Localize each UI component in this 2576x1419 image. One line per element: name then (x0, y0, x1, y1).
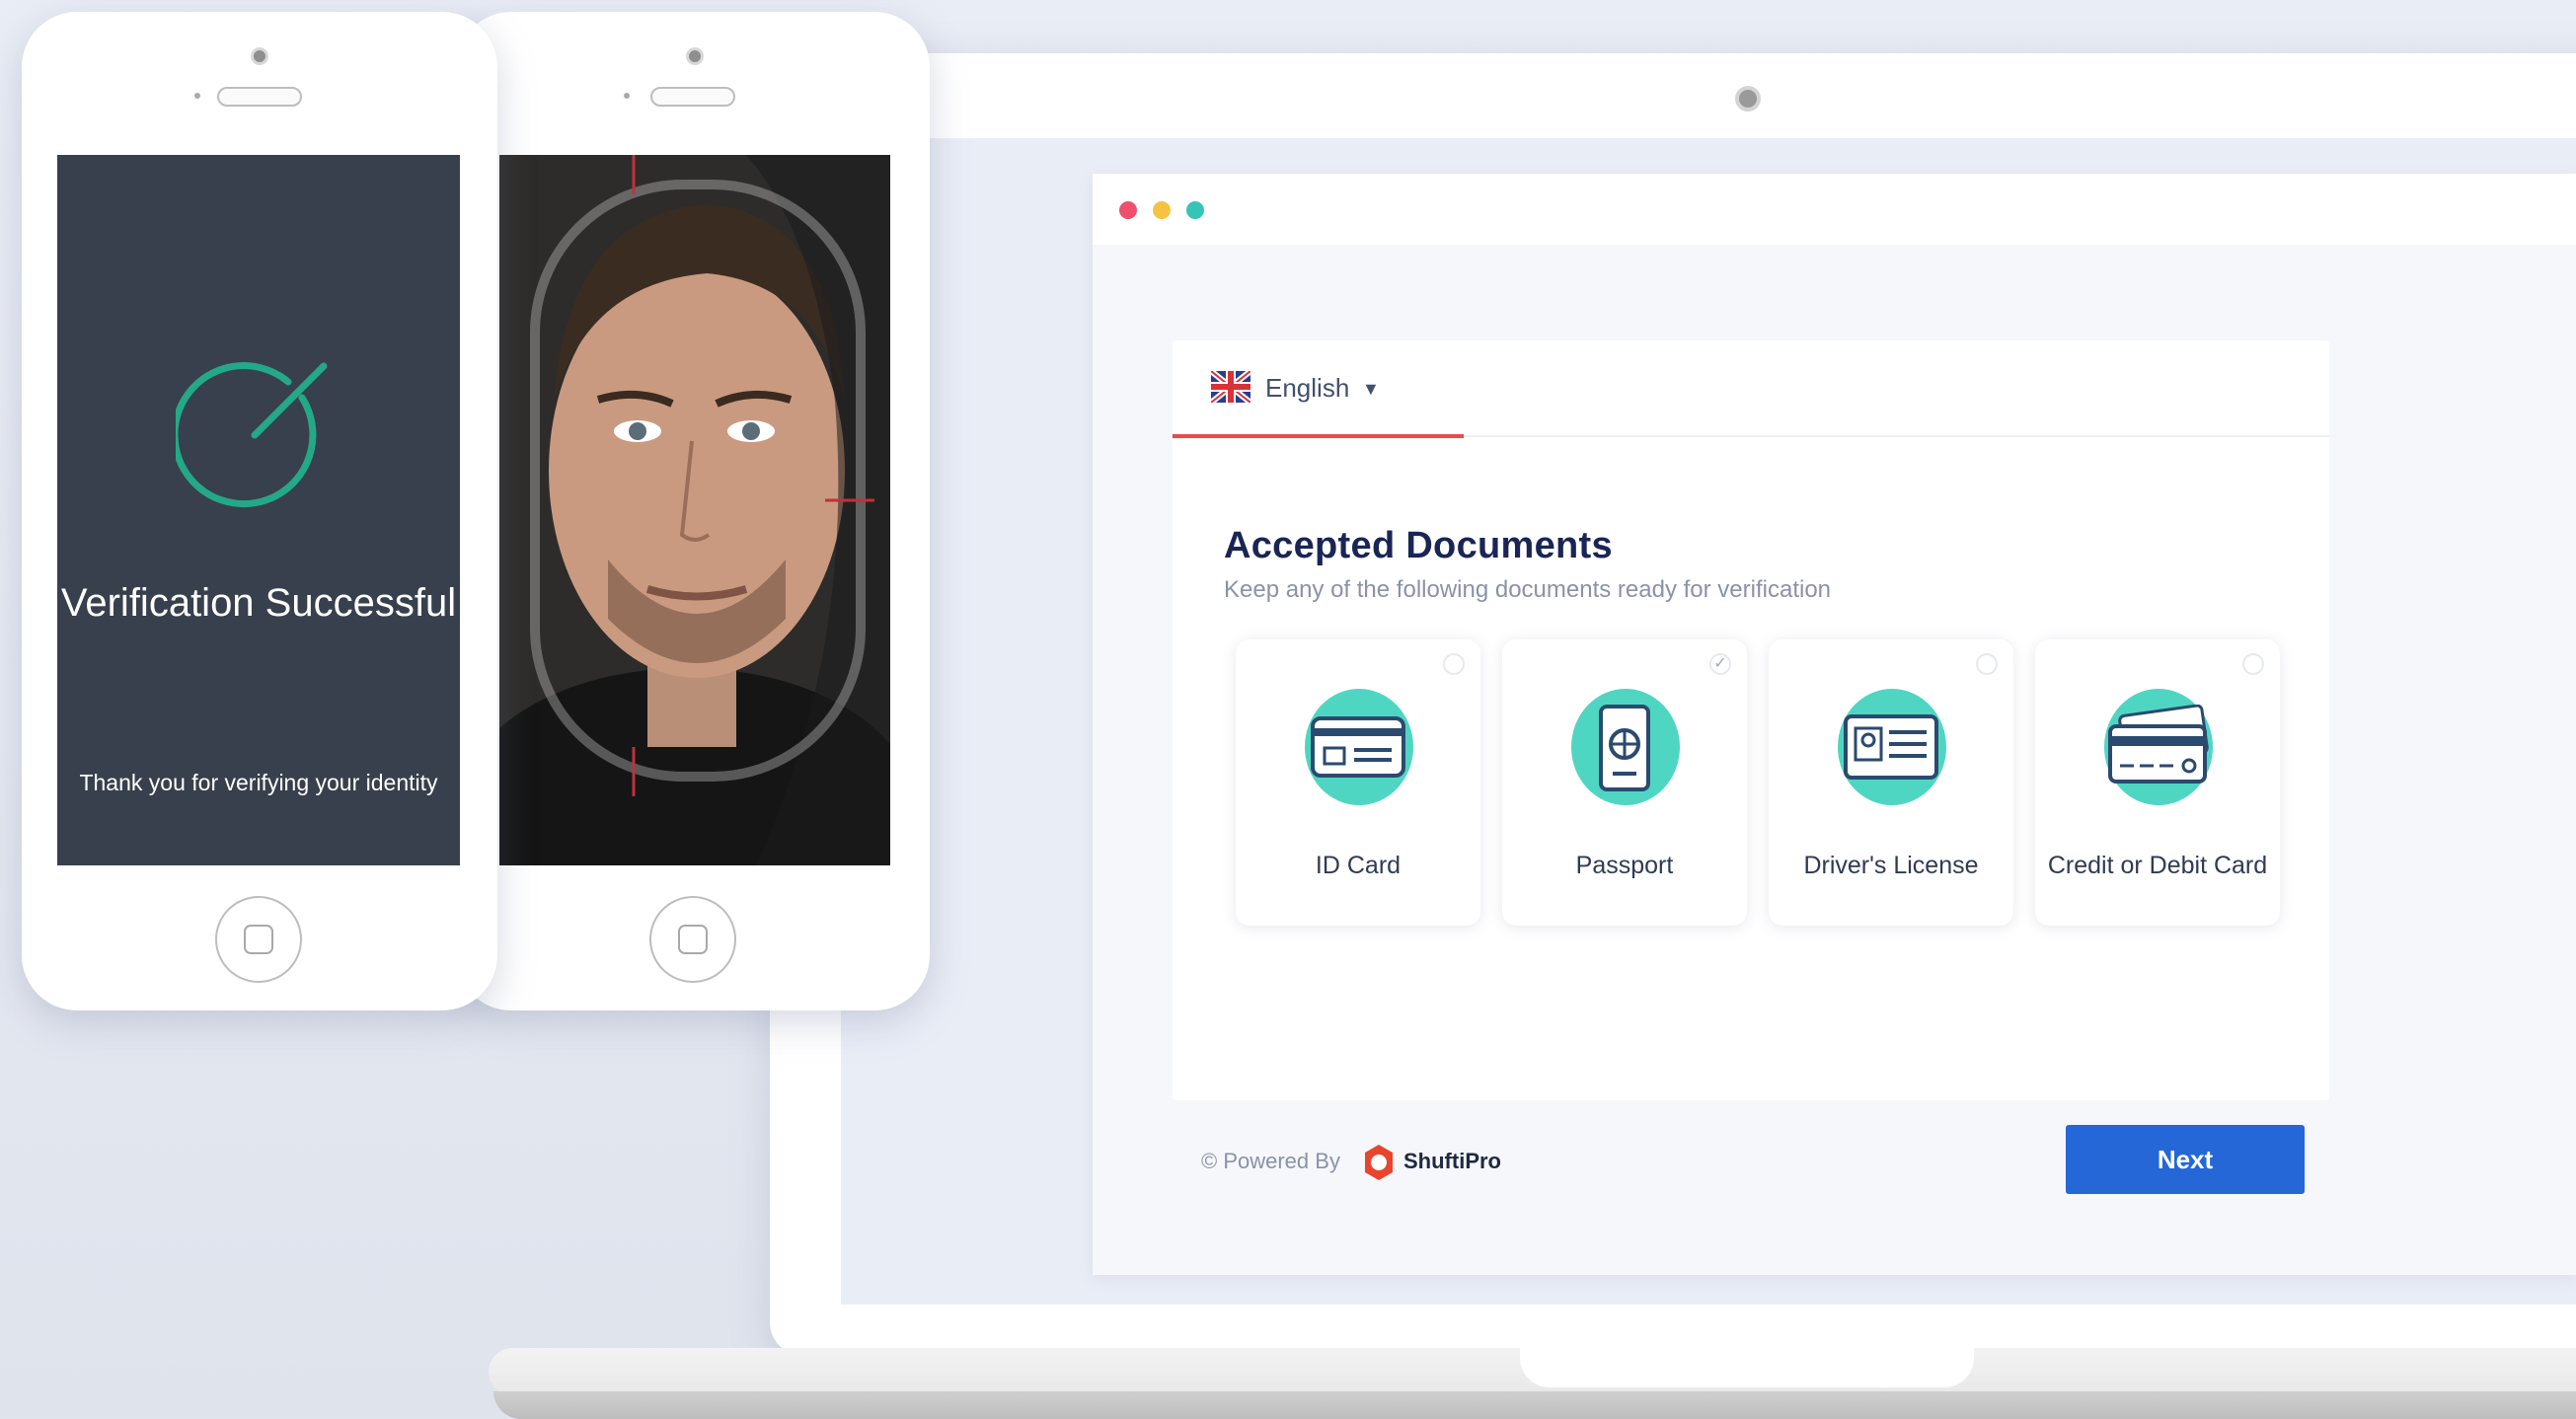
document-option-drivers-license[interactable]: Driver's License (1769, 639, 2013, 926)
document-label: Credit or Debit Card (2047, 852, 2268, 879)
phone-speaker (650, 87, 735, 107)
success-title: Verification Successful (60, 581, 457, 625)
selection-radio[interactable] (1443, 653, 1465, 675)
document-label: Driver's License (1803, 852, 1979, 879)
passport-icon (1599, 705, 1650, 791)
check-icon[interactable]: ✓ (1709, 653, 1731, 675)
chevron-down-icon[interactable]: ▼ (1362, 379, 1380, 400)
shuftipro-logo-icon (1365, 1145, 1393, 1180)
phone-home-button (649, 896, 736, 983)
phone-speaker (217, 87, 302, 107)
uk-flag-icon[interactable] (1211, 371, 1250, 403)
drivers-license-icon (1844, 714, 1938, 780)
phone-selfie (456, 12, 930, 1010)
laptop-bottom-edge (493, 1391, 2576, 1419)
phone-sensor (624, 93, 630, 99)
home-button-icon (678, 925, 708, 954)
laptop-notch (1520, 1348, 1974, 1387)
phone-home-button (215, 896, 302, 983)
phone-camera (686, 47, 704, 65)
document-option-id-card[interactable]: ID Card (1236, 639, 1480, 926)
brand-name: ShuftiPro (1403, 1149, 1501, 1173)
phone-camera (251, 47, 268, 65)
credit-card-icon (2108, 705, 2209, 784)
language-selector[interactable]: English (1265, 373, 1349, 404)
document-label: Passport (1575, 852, 1674, 879)
selection-radio[interactable] (2242, 653, 2264, 675)
powered-by-text: © Powered By (1201, 1149, 1340, 1173)
home-button-icon (244, 925, 273, 954)
window-maximize-button[interactable] (1186, 201, 1204, 219)
document-option-credit-card[interactable]: Credit or Debit Card (2035, 639, 2280, 926)
success-screen: Verification Successful Thank you for ve… (57, 155, 460, 865)
window-close-button[interactable] (1119, 201, 1137, 219)
language-tab-indicator (1173, 434, 1464, 438)
selfie-camera-view (499, 155, 890, 865)
success-check-icon (176, 362, 328, 508)
page-title: Accepted Documents (1224, 525, 1613, 566)
document-option-passport[interactable]: ✓ Passport (1502, 639, 1747, 926)
page-subtitle: Keep any of the following documents read… (1224, 576, 1832, 603)
laptop-camera (1735, 86, 1761, 112)
document-label: ID Card (1315, 852, 1402, 879)
face-photo (499, 155, 890, 865)
id-card-icon (1311, 716, 1405, 778)
success-message: Thank you for verifying your identity (79, 770, 438, 795)
browser-titlebar (1093, 174, 2576, 245)
next-button[interactable]: Next (2066, 1125, 2305, 1194)
phone-sensor (194, 93, 200, 99)
selection-radio[interactable] (1976, 653, 1998, 675)
phone-success: Verification Successful Thank you for ve… (22, 12, 497, 1010)
window-minimize-button[interactable] (1153, 201, 1171, 219)
